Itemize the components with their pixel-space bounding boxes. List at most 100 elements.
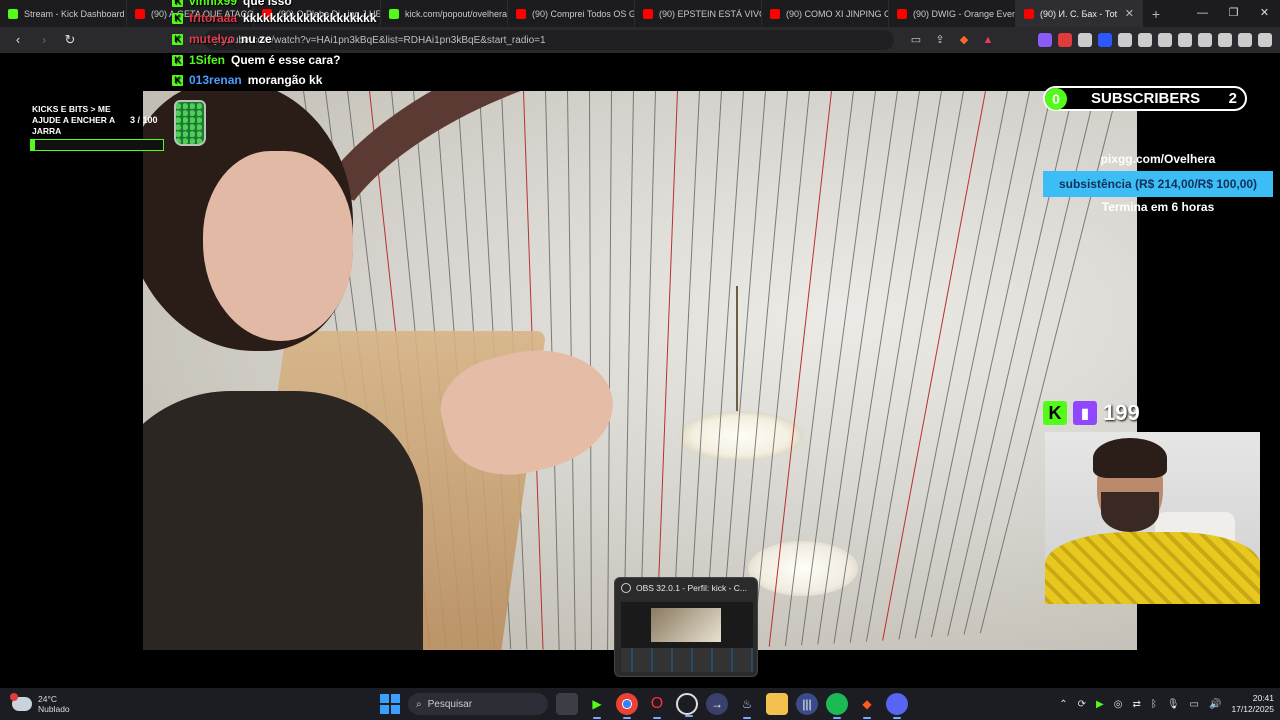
tab-favicon-icon bbox=[135, 8, 145, 19]
webcam-beard bbox=[1101, 492, 1159, 532]
chat-username: vinnix99 bbox=[189, 0, 238, 8]
clock-date: 17/12/2025 bbox=[1231, 704, 1274, 714]
maximize-icon[interactable]: ❐ bbox=[1218, 0, 1249, 27]
shield-icon[interactable]: ◆ bbox=[956, 32, 972, 48]
extension-icon[interactable] bbox=[1198, 33, 1212, 47]
browser-tab[interactable]: (90) И. С. Бах - Тоt ✕ bbox=[1016, 0, 1143, 27]
kick-logo-icon: K bbox=[1043, 401, 1067, 425]
target-icon[interactable]: ◎ bbox=[1114, 699, 1123, 710]
extension-icon[interactable] bbox=[1058, 33, 1072, 47]
extension-icon[interactable] bbox=[1218, 33, 1232, 47]
video-player[interactable] bbox=[143, 91, 1137, 650]
jar-label: KICKS E BITS > ME AJUDE A ENCHER A JARRA bbox=[32, 104, 115, 136]
sync-icon[interactable]: ⟳ bbox=[1078, 699, 1086, 710]
extension-icon[interactable] bbox=[1258, 33, 1272, 47]
viewer-counter: K ▮ 199 bbox=[1043, 400, 1140, 426]
chevron-up-icon[interactable]: ⌃ bbox=[1059, 699, 1067, 710]
transfer-icon[interactable]: ⇄ bbox=[1132, 699, 1140, 710]
clock-time: 20:41 bbox=[1252, 693, 1274, 703]
task-view-icon[interactable] bbox=[556, 693, 578, 715]
taskbar-search[interactable]: ⌕ Pesquisar bbox=[408, 693, 548, 715]
tab-close-icon[interactable]: ✕ bbox=[1125, 7, 1134, 20]
bluetooth-icon[interactable]: ᛒ bbox=[1151, 699, 1157, 710]
browser-tab[interactable]: kick.com/popout/ovelhera bbox=[381, 0, 508, 27]
search-placeholder: Pesquisar bbox=[427, 698, 473, 710]
steam-icon[interactable]: ♨ bbox=[736, 693, 758, 719]
new-tab-button[interactable]: + bbox=[1143, 6, 1169, 22]
browser-tab[interactable]: (90) Comprei Todos OS GG bbox=[508, 0, 635, 27]
weather-desc: Nublado bbox=[38, 704, 70, 714]
browser-tab[interactable]: (90) COMO XI JINPING CH bbox=[762, 0, 889, 27]
extension-icon[interactable] bbox=[1078, 33, 1092, 47]
obs-app-icon[interactable] bbox=[676, 693, 698, 717]
chat-username: 013renan bbox=[189, 73, 242, 87]
opera-icon[interactable]: O bbox=[646, 693, 668, 719]
share-icon[interactable]: ⇪ bbox=[932, 32, 948, 48]
webcam-shirt bbox=[1045, 532, 1260, 604]
brave-icon[interactable]: ◆ bbox=[856, 693, 878, 719]
donation-goal-bar: subsistência (R$ 214,00/R$ 100,00) bbox=[1043, 171, 1273, 197]
audio-app-icon[interactable]: ||| bbox=[796, 693, 818, 715]
tab-label: (90) COMO XI JINPING CH bbox=[786, 8, 889, 19]
play-tray-icon[interactable]: ▶ bbox=[1096, 699, 1104, 710]
clock[interactable]: 20:41 17/12/2025 bbox=[1231, 693, 1274, 715]
extension-icon[interactable] bbox=[1238, 33, 1252, 47]
discord-icon[interactable] bbox=[886, 693, 908, 719]
kick-badge-icon: K bbox=[172, 0, 183, 7]
address-bar[interactable]: youtube.com/watch?v=HAi1pn3kBqE&list=RDH… bbox=[204, 30, 894, 50]
search-icon: ⌕ bbox=[416, 698, 422, 710]
arrow-app-icon[interactable]: → bbox=[706, 693, 728, 715]
weather-widget[interactable]: 24°C Nublado bbox=[10, 693, 70, 714]
tab-label: (90) Comprei Todos OS GG bbox=[532, 8, 635, 19]
cast-icon[interactable]: ▭ bbox=[908, 32, 924, 48]
play-app-icon[interactable]: ▶ bbox=[586, 693, 608, 719]
extension-icon[interactable] bbox=[1098, 33, 1112, 47]
chat-text: kkkkkkkkkkkkkkkkkkkk bbox=[243, 11, 377, 25]
jar-progress-bar bbox=[30, 139, 164, 151]
minimize-icon[interactable]: — bbox=[1187, 0, 1218, 27]
tab-label: (90) И. С. Бах - Тоt bbox=[1040, 8, 1118, 19]
tab-favicon-icon bbox=[897, 8, 907, 19]
extension-icon[interactable] bbox=[1038, 33, 1052, 47]
jar-progress-fill bbox=[31, 140, 35, 150]
tab-favicon-icon bbox=[770, 8, 780, 19]
close-window-icon[interactable]: ✕ bbox=[1249, 0, 1280, 27]
obs-taskbar-preview[interactable]: OBS 32.0.1 - Perfil: kick - C... bbox=[614, 577, 758, 677]
weather-temp: 24°C bbox=[38, 694, 57, 704]
notification-badge bbox=[10, 693, 18, 701]
volume-icon[interactable]: 🔊 bbox=[1209, 699, 1221, 710]
browser-tab[interactable]: (90) EPSTEIN ESTÁ VIVO E bbox=[635, 0, 762, 27]
rewards-icon[interactable]: ▲ bbox=[980, 32, 996, 48]
donation-site: pixgg.com/Ovelhera bbox=[1100, 152, 1216, 166]
extension-icon[interactable] bbox=[1178, 33, 1192, 47]
tab-label: kick.com/popout/ovelhera bbox=[405, 8, 508, 19]
chat-message: K 013renan morangão kk bbox=[172, 73, 322, 87]
subscribers-right-count: 2 bbox=[1228, 90, 1237, 107]
display-icon[interactable]: ▭ bbox=[1190, 699, 1199, 710]
reload-icon[interactable]: ↻ bbox=[60, 30, 80, 50]
chat-message: Kfritoraaa kkkkkkkkkkkkkkkkkkkk bbox=[172, 11, 377, 25]
subscribers-left-count: 0 bbox=[1045, 87, 1067, 110]
chrome-icon[interactable] bbox=[616, 693, 638, 719]
forward-icon[interactable]: › bbox=[34, 30, 54, 50]
browser-tab[interactable]: (90) DWIG - Orange Event bbox=[889, 0, 1016, 27]
extension-icon[interactable] bbox=[1138, 33, 1152, 47]
taskbar: 24°C Nublado ⌕ Pesquisar ▶ O → ♨ ||| ◆ ⌃ bbox=[0, 688, 1280, 720]
performer-shirt bbox=[143, 391, 423, 650]
obs-thumbnail[interactable] bbox=[621, 602, 753, 672]
back-icon[interactable]: ‹ bbox=[8, 30, 28, 50]
twitch-logo-icon: ▮ bbox=[1073, 401, 1097, 425]
tab-label: (90) EPSTEIN ESTÁ VIVO E bbox=[659, 8, 761, 19]
obs-title-text: OBS 32.0.1 - Perfil: kick - C... bbox=[636, 583, 748, 593]
extension-icon[interactable] bbox=[1118, 33, 1132, 47]
spotify-icon[interactable] bbox=[826, 693, 848, 719]
lamp-chain bbox=[736, 286, 738, 416]
browser-tab[interactable]: Stream - Kick Dashboard bbox=[0, 0, 127, 27]
webcam-feed bbox=[1045, 432, 1260, 604]
system-tray: ⌃ ⟳ ▶ ◎ ⇄ ᛒ 🎙 ▭ 🔊 20:41 17/12/2025 bbox=[1059, 688, 1274, 720]
kick-badge-icon: K bbox=[172, 54, 183, 66]
extension-icon[interactable] bbox=[1158, 33, 1172, 47]
start-button[interactable] bbox=[380, 694, 400, 714]
file-explorer-icon[interactable] bbox=[766, 693, 788, 715]
microphone-icon[interactable]: 🎙 bbox=[1167, 699, 1180, 710]
